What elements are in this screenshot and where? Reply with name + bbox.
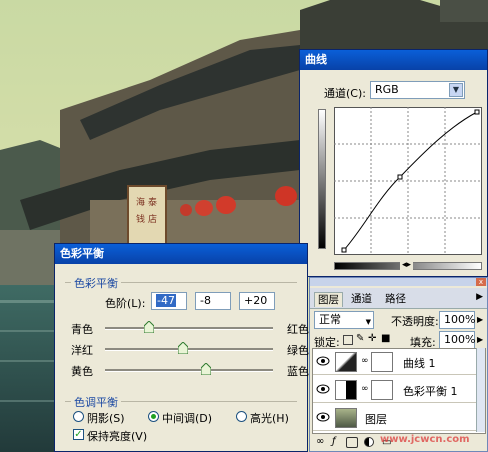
svg-text:泰: 泰 [148,196,157,208]
layer-row-color-balance[interactable]: ∞ 色彩平衡 1 [313,377,485,403]
levels-value-2: -8 [200,294,211,307]
slider-track-1[interactable] [105,327,273,330]
channel-select[interactable]: RGB ▼ [370,81,465,99]
radio-shadows[interactable] [73,411,84,422]
levels-input-yellow-blue[interactable]: +20 [239,292,275,310]
curves-adjustment-icon [335,352,357,372]
svg-text:海: 海 [136,196,145,208]
channel-label: 通道(C): [324,87,366,100]
blend-mode-select[interactable]: 正常 ▼ [314,311,374,329]
layer-row-image[interactable]: 图层 [313,405,485,431]
color-balance-title[interactable]: 色彩平衡 [55,244,307,264]
levels-input-magenta-green[interactable]: -8 [195,292,231,310]
radio-highlights-label[interactable]: 高光(H) [250,410,289,426]
radio-highlights[interactable] [236,411,247,422]
layer-name-curves[interactable]: 曲线 1 [403,355,436,371]
slider-right-green: 绿色 [287,344,309,357]
layer-mask-thumbnail [371,352,393,372]
levels-input-cyan-red[interactable]: -47 [151,292,187,310]
layers-scrollbar[interactable] [476,348,485,432]
slider-left-cyan: 青色 [71,323,93,336]
radio-shadows-label[interactable]: 阴影(S) [87,410,125,426]
layer-name-color-balance[interactable]: 色彩平衡 1 [403,383,458,399]
tab-layers[interactable]: 图层 [314,292,343,307]
fill-value: 100% [444,333,476,346]
opacity-arrow-icon[interactable]: ▶ [477,315,483,324]
blend-mode-value: 正常 [319,313,341,326]
close-icon[interactable]: x [476,278,486,286]
color-balance-section-title: 色彩平衡 [71,275,121,291]
color-balance-adjustment-icon [335,380,357,400]
watermark-text: www.jcwcn.com [380,434,470,445]
link-icon: ∞ [361,384,369,394]
levels-value-1: -47 [156,294,176,307]
slider-left-yellow: 黄色 [71,365,93,378]
slider-toggle-icon[interactable]: ◂▸ [400,260,414,270]
curve-graph[interactable] [334,107,482,255]
slider-right-blue: 蓝色 [287,365,309,378]
add-mask-icon[interactable] [346,437,358,448]
lock-paint-icon[interactable]: ✎ [356,333,364,344]
fill-input[interactable]: 100% [439,331,475,349]
eye-icon[interactable] [316,412,330,422]
radio-midtones[interactable] [148,411,159,422]
slider-left-magenta: 洋红 [71,344,93,357]
radio-midtones-label[interactable]: 中间调(D) [162,410,212,426]
slider-right-red: 红色 [287,323,309,336]
opacity-label: 不透明度: [391,315,439,328]
output-gradient-bar [318,109,326,249]
slider-track-2[interactable] [105,348,273,351]
levels-label: 色阶(L): [105,297,146,310]
layers-panel-header [310,278,487,286]
curves-title[interactable]: 曲线 [300,50,487,70]
lock-transparency-icon[interactable] [343,335,353,345]
layers-tabs: 图层 通道 路径 ▶ [310,288,487,309]
slider-thumb-3[interactable] [201,363,211,375]
channel-value: RGB [375,83,399,96]
layers-panel: x 图层 通道 路径 ▶ 正常 ▼ 不透明度: 100% ▶ 锁定: ✎ ✛ ■… [309,277,488,452]
eye-icon[interactable] [316,384,330,394]
svg-text:店: 店 [148,213,157,225]
layer-mask-thumbnail [371,380,393,400]
layer-style-icon[interactable]: ƒ [332,436,336,447]
preserve-luminosity-label[interactable]: 保持亮度(V) [87,428,147,444]
fill-arrow-icon[interactable]: ▶ [477,335,483,344]
layers-list: ∞ 曲线 1 ∞ 色彩平衡 1 图层 [312,348,486,434]
tab-paths[interactable]: 路径 [382,292,409,306]
link-icon: ∞ [361,356,369,366]
levels-value-3: +20 [244,294,268,307]
curve-point-low [341,247,347,253]
blend-mode-chevron-icon[interactable]: ▼ [366,314,371,330]
eye-icon[interactable] [316,356,330,366]
curves-dialog: 曲线 通道(C): RGB ▼ ◂▸ [299,49,488,277]
adjustment-layer-icon[interactable] [364,437,374,447]
chevron-down-icon[interactable]: ▼ [449,83,463,97]
slider-thumb-2[interactable] [178,342,188,354]
slider-thumb-1[interactable] [144,321,154,333]
curve-point-high [474,109,480,115]
tab-channels[interactable]: 通道 [348,292,375,306]
layer-name-image[interactable]: 图层 [365,411,387,427]
lock-all-icon[interactable]: ■ [381,333,390,344]
image-layer-thumbnail [335,408,357,428]
curve-point-mid [397,174,403,180]
color-balance-dialog: 色彩平衡 色彩平衡 色阶(L): -47 -8 +20 青色 红色 洋红 绿色 … [54,243,309,452]
opacity-value: 100% [444,313,476,326]
panel-menu-icon[interactable]: ▶ [476,292,483,302]
slider-track-3[interactable] [105,369,273,372]
layer-row-curves[interactable]: ∞ 曲线 1 [313,349,485,375]
svg-text:钱: 钱 [136,213,145,225]
preserve-luminosity-checkbox[interactable]: ✓ [73,429,84,440]
link-layers-icon[interactable]: ∞ [316,436,324,447]
tone-balance-title: 色调平衡 [71,394,121,410]
lock-move-icon[interactable]: ✛ [368,333,376,344]
opacity-input[interactable]: 100% [439,311,475,329]
